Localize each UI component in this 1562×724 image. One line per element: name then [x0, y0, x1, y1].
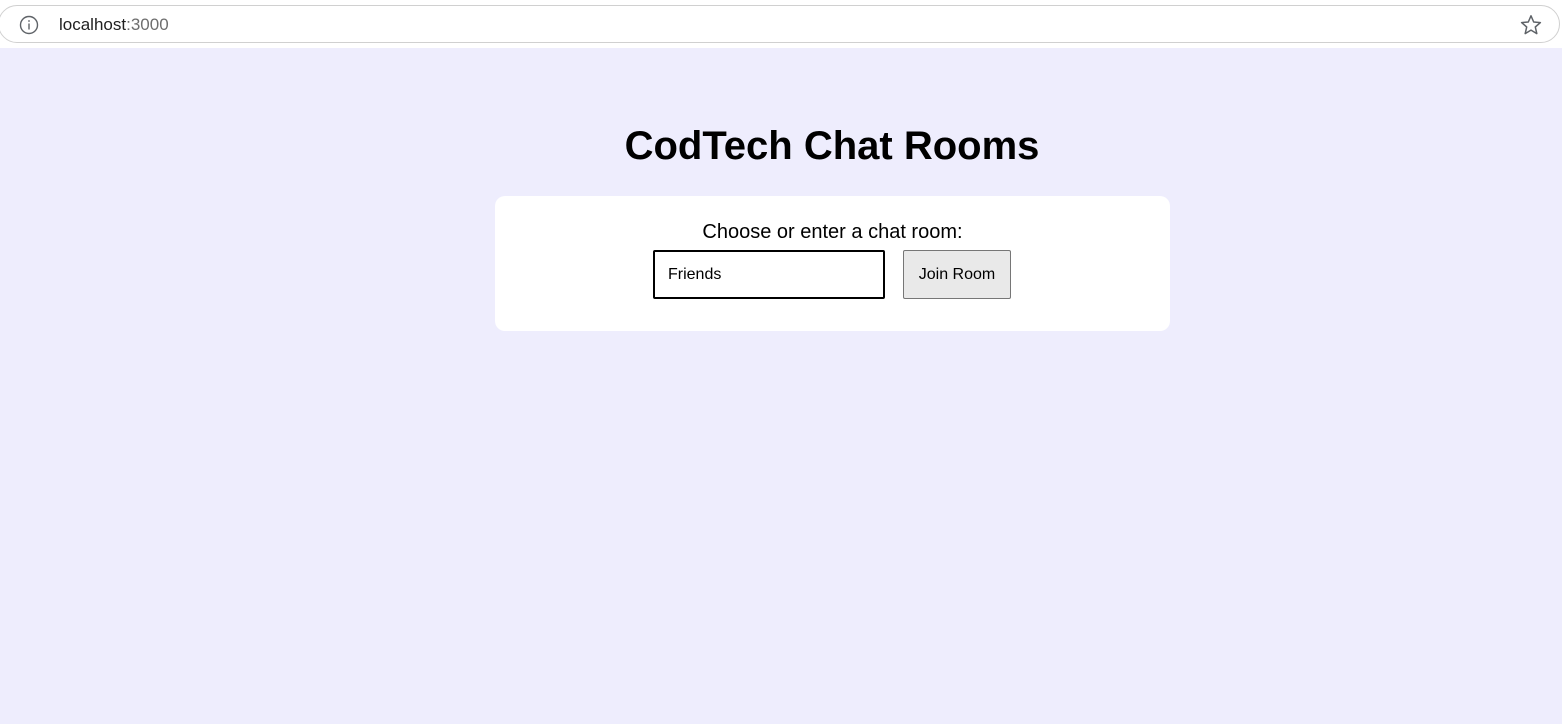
url-host: localhost: [59, 15, 127, 34]
info-icon[interactable]: [19, 15, 39, 35]
join-room-button[interactable]: Join Room: [903, 250, 1011, 299]
address-bar[interactable]: [0, 5, 1560, 43]
room-prompt-label: Choose or enter a chat room:: [702, 221, 963, 243]
star-icon[interactable]: [1519, 13, 1543, 37]
page-body: CodTech Chat Rooms Choose or enter a cha…: [0, 48, 1562, 724]
url-text[interactable]: localhost:3000: [59, 15, 169, 35]
browser-toolbar: localhost:3000: [0, 0, 1562, 48]
page-title: CodTech Chat Rooms: [624, 124, 1040, 168]
room-name-input[interactable]: [653, 250, 885, 299]
url-port: :3000: [126, 15, 169, 34]
room-selection-card: Choose or enter a chat room: Join Room: [495, 196, 1170, 331]
